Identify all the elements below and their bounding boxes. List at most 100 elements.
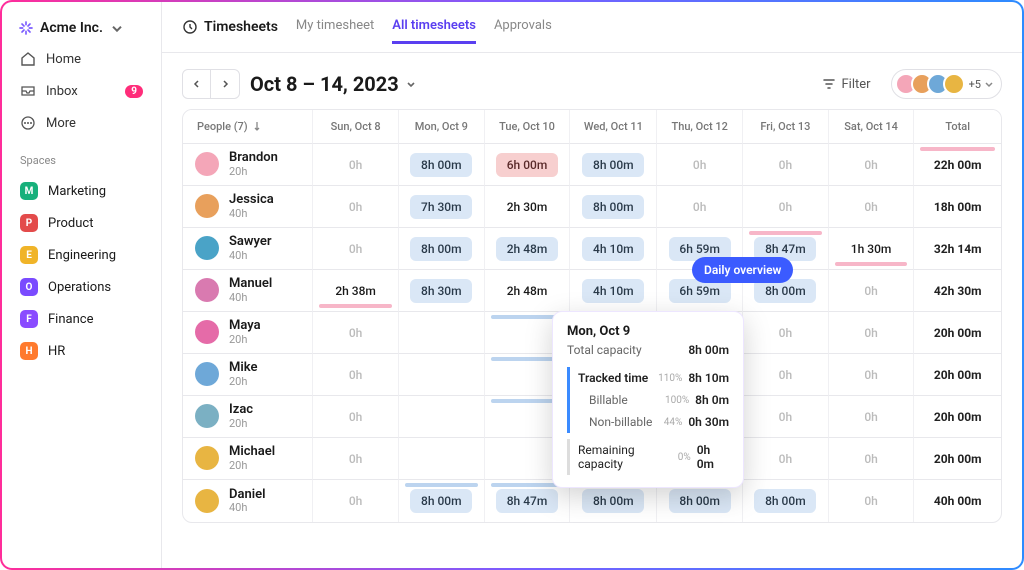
time-cell[interactable] <box>399 438 485 480</box>
avatar <box>195 489 219 513</box>
time-cell[interactable] <box>399 312 485 354</box>
time-cell[interactable]: 0h <box>743 354 829 396</box>
time-cell[interactable]: 0h <box>313 480 399 522</box>
time-cell[interactable]: 0h <box>313 354 399 396</box>
next-week-button[interactable] <box>211 70 239 98</box>
person-capacity: 40h <box>229 502 265 514</box>
col-day-1[interactable]: Mon, Oct 9 <box>399 110 485 144</box>
time-cell[interactable]: 4h 10m <box>570 270 657 312</box>
total-cell: 22h 00m <box>914 144 1001 186</box>
time-cell[interactable]: 0h <box>313 396 399 438</box>
person-capacity: 20h <box>229 334 261 346</box>
topbar: Timesheets My timesheetAll timesheetsApp… <box>162 2 1022 53</box>
person-cell[interactable]: Izac20h <box>183 396 313 438</box>
time-cell[interactable]: 7h 30m <box>399 186 485 228</box>
time-cell[interactable]: 0h <box>829 480 915 522</box>
person-cell[interactable]: Michael20h <box>183 438 313 480</box>
time-cell[interactable]: 8h 00m <box>570 186 657 228</box>
space-icon: F <box>20 310 38 328</box>
time-cell[interactable]: 0h <box>829 438 915 480</box>
time-cell[interactable]: 0h <box>829 354 915 396</box>
time-cell[interactable]: 0h <box>829 144 915 186</box>
col-day-2[interactable]: Tue, Oct 10 <box>485 110 571 144</box>
chevron-left-icon <box>192 79 202 89</box>
col-people[interactable]: People (7) <box>183 110 313 144</box>
time-cell[interactable]: 2h 48m <box>485 228 571 270</box>
col-day-5[interactable]: Fri, Oct 13 <box>743 110 829 144</box>
person-cell[interactable]: Brandon20h <box>183 144 313 186</box>
time-cell[interactable]: 2h 48m <box>485 270 571 312</box>
space-item-finance[interactable]: FFinance <box>10 303 153 335</box>
space-item-product[interactable]: PProduct <box>10 207 153 239</box>
person-cell[interactable]: Jessica40h <box>183 186 313 228</box>
space-item-operations[interactable]: OOperations <box>10 271 153 303</box>
time-cell[interactable]: 0h <box>313 144 399 186</box>
time-cell[interactable]: 8h 00m <box>570 144 657 186</box>
time-cell[interactable] <box>399 396 485 438</box>
time-cell[interactable] <box>399 354 485 396</box>
col-day-3[interactable]: Wed, Oct 11 <box>570 110 657 144</box>
time-cell[interactable]: 0h <box>829 312 915 354</box>
person-capacity: 40h <box>229 208 274 220</box>
total-capacity-value: 8h 00m <box>688 343 729 357</box>
date-range-picker[interactable]: Oct 8 – 14, 2023 <box>250 72 417 96</box>
time-cell[interactable]: 0h <box>313 228 399 270</box>
person-name: Brandon <box>229 151 278 165</box>
time-cell[interactable]: 8h 00m <box>399 228 485 270</box>
time-cell[interactable]: 8h 00m <box>399 480 485 522</box>
time-cell[interactable]: 0h <box>829 270 915 312</box>
person-capacity: 20h <box>229 418 253 430</box>
avatar <box>195 362 219 386</box>
workspace-switcher[interactable]: Acme Inc. <box>10 14 153 42</box>
time-cell[interactable]: 0h <box>743 186 829 228</box>
col-total[interactable]: Total <box>914 110 1001 144</box>
col-day-4[interactable]: Thu, Oct 12 <box>657 110 743 144</box>
time-cell[interactable]: 8h 30m <box>399 270 485 312</box>
person-cell[interactable]: Manuel40h <box>183 270 313 312</box>
time-cell[interactable]: 0h <box>313 186 399 228</box>
person-cell[interactable]: Mike20h <box>183 354 313 396</box>
col-day-6[interactable]: Sat, Oct 14 <box>829 110 915 144</box>
time-cell[interactable]: 0h <box>743 312 829 354</box>
time-cell[interactable]: 2h 30m <box>485 186 571 228</box>
nav-home[interactable]: Home <box>10 44 153 74</box>
person-cell[interactable]: Maya20h <box>183 312 313 354</box>
toolbar: Oct 8 – 14, 2023 Filter +5 <box>162 53 1022 109</box>
date-nav <box>182 69 240 99</box>
time-cell[interactable]: 8h 00m <box>743 480 829 522</box>
time-cell[interactable]: 2h 38m <box>313 270 399 312</box>
person-capacity: 40h <box>229 292 272 304</box>
billable-label: Billable <box>589 393 628 407</box>
tab-all-timesheets[interactable]: All timesheets <box>392 10 476 44</box>
time-cell[interactable]: 6h 00m <box>485 144 571 186</box>
time-cell[interactable]: 0h <box>313 438 399 480</box>
nav-more[interactable]: More <box>10 108 153 138</box>
nav-inbox[interactable]: Inbox 9 <box>10 76 153 106</box>
time-cell[interactable]: 0h <box>829 396 915 438</box>
time-cell[interactable]: 0h <box>313 312 399 354</box>
time-cell[interactable]: 0h <box>657 144 743 186</box>
space-item-hr[interactable]: HHR <box>10 335 153 367</box>
filter-button[interactable]: Filter <box>812 72 881 97</box>
avatar <box>195 446 219 470</box>
time-cell[interactable]: 0h <box>657 186 743 228</box>
time-cell[interactable]: 4h 10m <box>570 228 657 270</box>
space-item-marketing[interactable]: MMarketing <box>10 175 153 207</box>
space-item-engineering[interactable]: EEngineering <box>10 239 153 271</box>
time-cell[interactable]: 0h <box>743 438 829 480</box>
time-cell[interactable]: 1h 30m <box>829 228 915 270</box>
person-cell[interactable]: Sawyer40h <box>183 228 313 270</box>
time-cell[interactable]: 0h <box>743 396 829 438</box>
col-day-0[interactable]: Sun, Oct 8 <box>313 110 399 144</box>
time-cell[interactable]: 8h 00m <box>399 144 485 186</box>
tab-approvals[interactable]: Approvals <box>494 10 552 44</box>
person-name: Michael <box>229 445 275 459</box>
time-cell[interactable]: 0h <box>743 144 829 186</box>
home-icon <box>20 51 36 67</box>
person-cell[interactable]: Daniel40h <box>183 480 313 522</box>
people-filter[interactable]: +5 <box>891 69 1002 99</box>
tab-my-timesheet[interactable]: My timesheet <box>296 10 374 44</box>
time-cell[interactable]: 0h <box>829 186 915 228</box>
prev-week-button[interactable] <box>183 70 211 98</box>
popover-date: Mon, Oct 9 <box>567 324 729 339</box>
